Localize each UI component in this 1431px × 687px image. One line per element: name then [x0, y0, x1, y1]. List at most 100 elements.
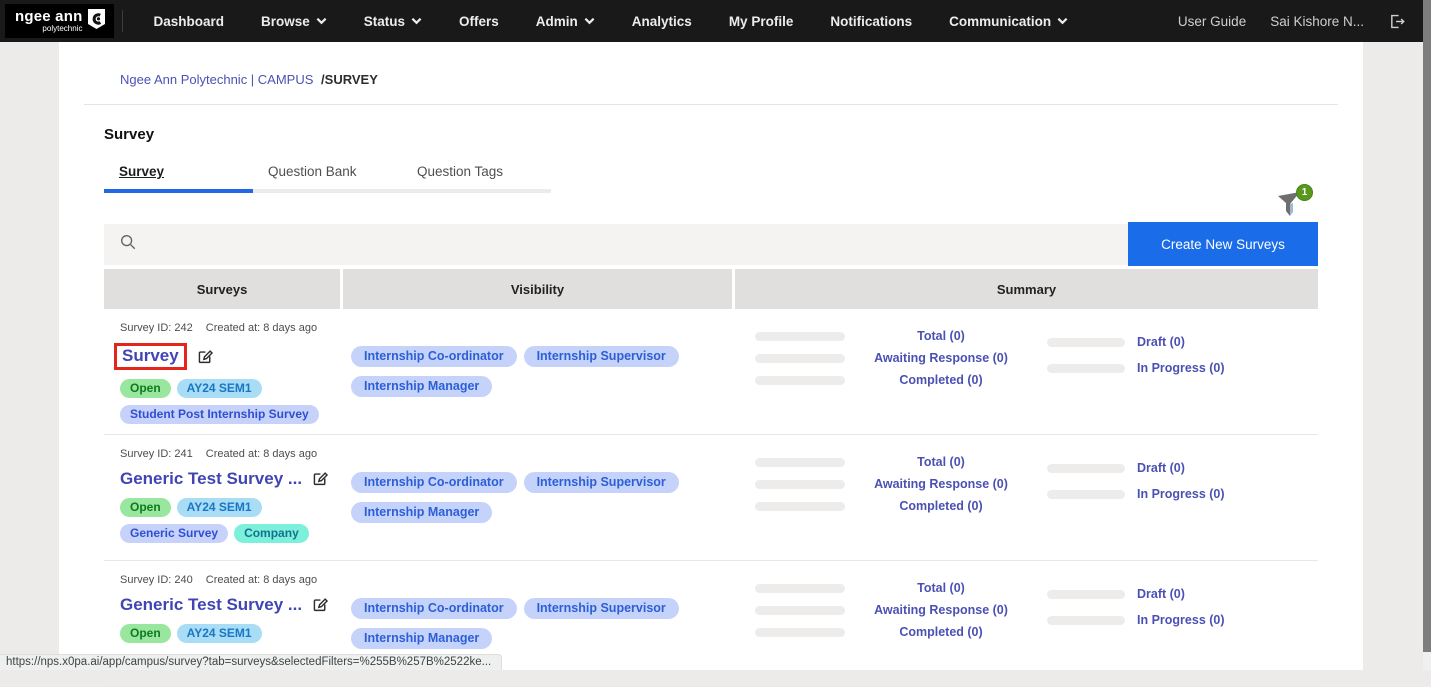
breadcrumb-org-link[interactable]: Ngee Ann Polytechnic | CAMPUS	[120, 72, 313, 87]
tab-question-bank[interactable]: Question Bank	[253, 158, 402, 189]
badge-generic-survey: Generic Survey	[120, 524, 228, 543]
surveys-cell: Survey ID: 241 Created at: 8 days ago Ge…	[104, 435, 340, 560]
column-header-summary: Summary	[735, 269, 1318, 309]
summary-label: In Progress (0)	[1137, 361, 1287, 375]
survey-id-label: Survey ID: 242	[120, 322, 193, 334]
top-navbar: ngee ann polytechnic Dashboard Browse Stat…	[0, 0, 1423, 42]
surveys-cell: Survey ID: 242 Created at: 8 days ago Su…	[104, 309, 340, 434]
visibility-pill-internship-supervisor: Internship Supervisor	[524, 472, 679, 493]
tab-track	[104, 189, 551, 193]
chevron-down-icon	[584, 17, 595, 25]
progress-bar	[755, 628, 845, 637]
filter-funnel-icon	[1273, 205, 1303, 222]
progress-bar	[755, 458, 845, 467]
nav-item-my-profile[interactable]: My Profile	[729, 14, 794, 29]
summary-label: Awaiting Response (0)	[857, 603, 1025, 617]
edit-icon[interactable]	[196, 348, 214, 366]
progress-bar	[755, 480, 845, 489]
progress-bar	[1047, 338, 1125, 347]
visibility-pill-internship-co-ordinator: Internship Co-ordinator	[351, 472, 517, 493]
survey-title-link[interactable]: Survey	[114, 343, 187, 370]
summary-label: Total (0)	[857, 581, 1025, 595]
edit-icon[interactable]	[311, 596, 329, 614]
summary-entry: Total (0)	[755, 581, 1047, 595]
summary-entry: Completed (0)	[755, 625, 1047, 639]
visibility-pill-internship-supervisor: Internship Supervisor	[524, 346, 679, 367]
summary-entry: Draft (0)	[1047, 335, 1287, 349]
badge-ay24-sem1: AY24 SEM1	[177, 379, 262, 398]
nav-right: User Guide Sai Kishore N...	[1178, 13, 1405, 30]
summary-label: In Progress (0)	[1137, 613, 1287, 627]
summary-label: Awaiting Response (0)	[857, 477, 1025, 491]
summary-entry: Draft (0)	[1047, 461, 1287, 475]
nav-item-dashboard[interactable]: Dashboard	[153, 14, 224, 29]
progress-bar	[755, 584, 845, 593]
nav-items: Dashboard Browse Status Offers Admin Analytic…	[153, 14, 1068, 29]
summary-entry: Completed (0)	[755, 373, 1047, 387]
progress-bar	[1047, 616, 1125, 625]
logo-text-line2: polytechnic	[15, 25, 82, 33]
summary-entry: Total (0)	[755, 455, 1047, 469]
tab-survey[interactable]: Survey	[104, 158, 253, 189]
summary-label: Awaiting Response (0)	[857, 351, 1025, 365]
visibility-pill-internship-manager: Internship Manager	[351, 376, 492, 397]
progress-bar	[755, 332, 845, 341]
summary-entry: Draft (0)	[1047, 587, 1287, 601]
visibility-pill-internship-co-ordinator: Internship Co-ordinator	[351, 346, 517, 367]
badge-open: Open	[120, 498, 171, 517]
column-header-visibility: Visibility	[343, 269, 732, 309]
summary-label: Completed (0)	[857, 373, 1025, 387]
header-divider	[84, 104, 1338, 105]
summary-entry: Awaiting Response (0)	[755, 477, 1047, 491]
summary-entry: In Progress (0)	[1047, 613, 1287, 627]
progress-bar	[1047, 590, 1125, 599]
nav-item-analytics[interactable]: Analytics	[632, 14, 692, 29]
nav-item-offers[interactable]: Offers	[459, 14, 499, 29]
visibility-cell: Internship Co-ordinator Internship Superv…	[343, 435, 732, 560]
visibility-pill-internship-co-ordinator: Internship Co-ordinator	[351, 598, 517, 619]
summary-label: Completed (0)	[857, 625, 1025, 639]
content-card: Ngee Ann Polytechnic | CAMPUS /SURVEY Su…	[59, 42, 1363, 670]
progress-bar	[755, 354, 845, 363]
summary-cell: Total (0)Awaiting Response (0)Completed …	[735, 309, 1318, 434]
ngee-ann-shield-icon	[87, 8, 106, 35]
ngee-ann-logo[interactable]: ngee ann polytechnic	[5, 4, 114, 38]
tab-question-tags[interactable]: Question Tags	[402, 158, 551, 189]
chevron-down-icon	[316, 17, 327, 25]
progress-bar	[1047, 490, 1125, 499]
summary-entry: In Progress (0)	[1047, 361, 1287, 375]
summary-entry: In Progress (0)	[1047, 487, 1287, 501]
created-at-label: Created at: 8 days ago	[206, 574, 317, 586]
summary-entry: Awaiting Response (0)	[755, 603, 1047, 617]
user-guide-link[interactable]: User Guide	[1178, 14, 1246, 29]
survey-title-link[interactable]: Generic Test Survey ...	[120, 595, 302, 615]
nav-item-communication[interactable]: Communication	[949, 14, 1068, 29]
progress-bar	[1047, 364, 1125, 373]
survey-title-link[interactable]: Generic Test Survey ...	[120, 469, 302, 489]
scrollbar-thumb[interactable]	[1423, 0, 1431, 652]
visibility-pill-internship-manager: Internship Manager	[351, 628, 492, 649]
edit-icon[interactable]	[311, 470, 329, 488]
breadcrumb-current: /SURVEY	[321, 72, 378, 87]
nav-item-status[interactable]: Status	[364, 14, 422, 29]
nav-item-admin[interactable]: Admin	[536, 14, 595, 29]
progress-bar	[755, 376, 845, 385]
page-title: Survey	[104, 126, 1318, 143]
summary-label: Total (0)	[857, 455, 1025, 469]
visibility-pill-internship-manager: Internship Manager	[351, 502, 492, 523]
tab-active-indicator	[104, 189, 253, 193]
create-new-surveys-button[interactable]: Create New Surveys	[1128, 222, 1318, 266]
badge-open: Open	[120, 379, 171, 398]
nav-item-notifications[interactable]: Notifications	[830, 14, 912, 29]
table-body: Survey ID: 242 Created at: 8 days ago Su…	[104, 309, 1318, 687]
username-menu[interactable]: Sai Kishore N...	[1270, 14, 1364, 29]
status-badges: OpenAY24 SEM1	[120, 624, 330, 643]
logout-icon[interactable]	[1388, 13, 1405, 30]
badge-ay24-sem1: AY24 SEM1	[177, 624, 262, 643]
logo-text-line1: ngee ann	[15, 9, 82, 24]
table-row: Survey ID: 241 Created at: 8 days ago Ge…	[104, 435, 1318, 561]
vertical-scrollbar[interactable]	[1423, 0, 1431, 670]
filter-count-badge: 1	[1296, 184, 1313, 201]
nav-item-browse[interactable]: Browse	[261, 14, 327, 29]
tab-bar: SurveyQuestion BankQuestion Tags	[104, 158, 1318, 189]
